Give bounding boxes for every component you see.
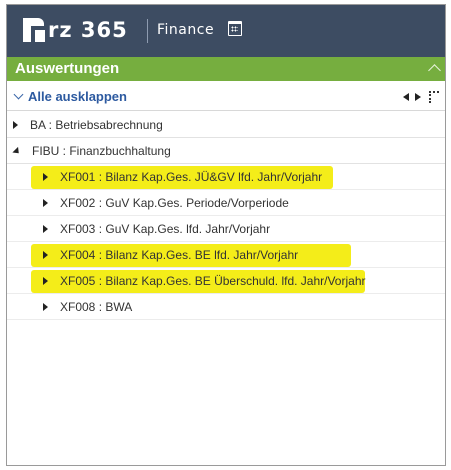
report-tree: BA : Betriebsabrechnung FIBU : Finanzbuc…: [7, 112, 445, 320]
tree-leaf-xf005[interactable]: XF005 : Bilanz Kap.Ges. BE Überschuld. l…: [7, 268, 445, 294]
section-title: Auswertungen: [15, 60, 120, 77]
tree-leaf-xf004[interactable]: XF004 : Bilanz Kap.Ges. BE lfd. Jahr/Vor…: [7, 242, 445, 268]
logo-text: rz 365: [48, 18, 128, 42]
tree-node-label: FIBU : Finanzbuchhaltung: [32, 143, 171, 158]
tree-toolbar: Alle ausklappen: [7, 83, 445, 111]
expand-all-button[interactable]: Alle ausklappen: [12, 89, 127, 104]
expand-arrow-icon[interactable]: [43, 224, 48, 233]
logo-mark-icon: [23, 18, 45, 42]
tree-leaf-label: XF005 : Bilanz Kap.Ges. BE Überschuld. l…: [60, 273, 366, 288]
app-header: rz 365 Finance: [7, 5, 445, 57]
tree-node-fibu[interactable]: FIBU : Finanzbuchhaltung: [7, 138, 445, 164]
expand-arrow-icon[interactable]: [43, 276, 48, 285]
calendar-icon[interactable]: [228, 21, 242, 36]
tree-leaf-label: XF003 : GuV Kap.Ges. lfd. Jahr/Vorjahr: [60, 221, 271, 236]
section-header[interactable]: Auswertungen: [7, 57, 445, 81]
expand-icon[interactable]: [429, 91, 439, 103]
expand-arrow-icon[interactable]: [43, 172, 48, 181]
expand-arrow-icon[interactable]: [43, 198, 48, 207]
tree-leaf-xf001[interactable]: XF001 : Bilanz Kap.Ges. JÜ&GV lfd. Jahr/…: [7, 164, 445, 190]
nav-right-icon[interactable]: [415, 93, 421, 101]
tree-leaf-label: XF008 : BWA: [60, 299, 133, 314]
nav-left-icon[interactable]: [403, 93, 409, 101]
chevron-up-icon[interactable]: [428, 64, 441, 77]
tree-leaf-xf008[interactable]: XF008 : BWA: [7, 294, 445, 320]
expand-arrow-icon[interactable]: [43, 250, 48, 259]
tree-node-ba[interactable]: BA : Betriebsabrechnung: [7, 112, 445, 138]
tree-leaf-label: XF001 : Bilanz Kap.Ges. JÜ&GV lfd. Jahr/…: [60, 169, 323, 184]
chevron-down-icon: [13, 89, 24, 100]
tree-leaf-xf002[interactable]: XF002 : GuV Kap.Ges. Periode/Vorperiode: [7, 190, 445, 216]
collapse-arrow-icon[interactable]: [12, 146, 22, 157]
expand-all-label: Alle ausklappen: [28, 89, 127, 104]
app-window: rz 365 Finance Auswertungen Alle ausklap…: [6, 4, 446, 466]
tree-node-label: BA : Betriebsabrechnung: [30, 117, 163, 132]
tree-leaf-label: XF002 : GuV Kap.Ges. Periode/Vorperiode: [60, 195, 289, 210]
expand-arrow-icon[interactable]: [13, 120, 18, 129]
tree-leaf-label: XF004 : Bilanz Kap.Ges. BE lfd. Jahr/Vor…: [60, 247, 299, 262]
tree-leaf-xf003[interactable]: XF003 : GuV Kap.Ges. lfd. Jahr/Vorjahr: [7, 216, 445, 242]
header-divider: [147, 19, 148, 43]
product-name: Finance: [157, 22, 215, 38]
expand-arrow-icon[interactable]: [43, 302, 48, 311]
brand-logo[interactable]: rz 365: [23, 15, 128, 45]
